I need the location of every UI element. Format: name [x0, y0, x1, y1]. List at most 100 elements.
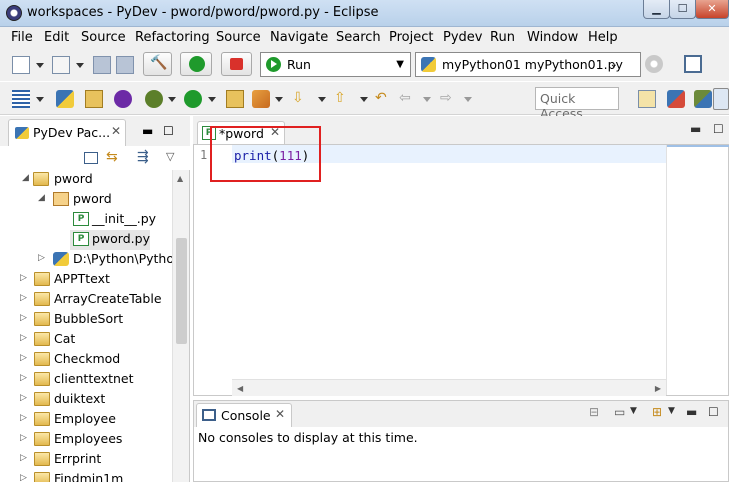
scroll-up-icon[interactable]: ▲	[177, 174, 183, 183]
tree-item-pword-py[interactable]: P pword.py	[70, 230, 150, 250]
tree-item-pword-package[interactable]: ◢ pword	[0, 190, 172, 210]
debug-perspective-switch-icon[interactable]	[694, 90, 712, 108]
open-console-dropdown-icon[interactable]: ▼	[668, 406, 675, 416]
collapse-icon[interactable]: ▷	[20, 293, 27, 303]
open-perspective-icon[interactable]	[638, 90, 656, 108]
display-console-icon[interactable]: ▭	[614, 405, 625, 419]
save-all-icon[interactable]	[116, 56, 134, 74]
tree-item-project[interactable]: ▷ Employees	[0, 430, 172, 450]
collapse-icon[interactable]: ▷	[20, 373, 27, 383]
collapse-icon[interactable]: ▷	[20, 413, 27, 423]
tree-item-project[interactable]: ▷ APPTtext	[0, 270, 172, 290]
menu-source[interactable]: Source	[81, 30, 126, 45]
gear-icon[interactable]	[645, 55, 663, 73]
maximize-console-icon[interactable]: ☐	[708, 405, 719, 419]
save-icon[interactable]	[93, 56, 111, 74]
expand-icon[interactable]: ◢	[38, 193, 45, 203]
filter-icon[interactable]: ⇶	[137, 149, 149, 165]
collapse-icon[interactable]: ▷	[20, 333, 27, 343]
close-icon[interactable]: ✕	[111, 124, 121, 138]
tree-vertical-scrollbar[interactable]: ▲	[172, 170, 189, 482]
pydev-perspective-icon[interactable]	[667, 90, 685, 108]
collapse-icon[interactable]: ▷	[20, 433, 27, 443]
launch-config-combo[interactable]: myPython01 myPython01.py ⌄	[415, 52, 641, 77]
tree-item-project[interactable]: ▷ Employee	[0, 410, 172, 430]
menu-edit[interactable]: Edit	[44, 30, 69, 45]
menu-source-2[interactable]: Source	[216, 30, 261, 45]
last-edit-icon[interactable]: ↶	[375, 90, 393, 108]
back-icon[interactable]: ⇦	[399, 90, 417, 108]
forward-icon[interactable]: ⇨	[440, 90, 458, 108]
package-explorer-tab[interactable]: PyDev Pac... ✕	[8, 119, 126, 146]
open-module-icon[interactable]	[85, 90, 103, 108]
menu-search[interactable]: Search	[336, 30, 381, 45]
collapse-icon[interactable]: ▷	[20, 313, 27, 323]
tree-item-project[interactable]: ▷ BubbleSort	[0, 310, 172, 330]
terminate-button[interactable]	[221, 52, 252, 76]
external-tools-icon[interactable]	[252, 90, 270, 108]
close-button[interactable]: ✕	[695, 0, 729, 19]
run-button[interactable]	[180, 52, 212, 76]
minimize-button[interactable]: ▁	[643, 0, 670, 19]
display-console-dropdown-icon[interactable]: ▼	[630, 406, 637, 416]
collapse-icon[interactable]: ▷	[20, 453, 27, 463]
minimize-editor-icon[interactable]: ▬	[690, 122, 701, 136]
tree-item-init-py[interactable]: P __init__.py	[0, 210, 172, 230]
build-button[interactable]: 🔨	[143, 52, 172, 76]
minimize-console-icon[interactable]: ▬	[686, 405, 697, 419]
debug-perspective-icon[interactable]	[114, 90, 132, 108]
format-dropdown-icon[interactable]	[36, 97, 44, 102]
tree-item-project[interactable]: ▷ clienttextnet	[0, 370, 172, 390]
run-last-icon[interactable]	[184, 90, 202, 108]
maximize-view-icon[interactable]: ☐	[163, 124, 174, 138]
new-icon[interactable]	[12, 56, 30, 74]
menu-window[interactable]: Window	[527, 30, 578, 45]
new-dropdown-icon[interactable]	[36, 63, 44, 68]
tree-item-project[interactable]: ▷ duiktext	[0, 390, 172, 410]
collapse-all-icon[interactable]	[84, 152, 98, 164]
scroll-right-icon[interactable]: ▶	[655, 384, 661, 393]
next-annotation-dropdown-icon[interactable]	[318, 97, 326, 102]
back-dropdown-icon[interactable]	[423, 97, 431, 102]
tree-item-project[interactable]: ▷ Findmin1m	[0, 470, 172, 482]
collapse-icon[interactable]: ▷	[38, 253, 45, 263]
collapse-icon[interactable]: ▷	[20, 273, 27, 283]
python-perspective-active-icon[interactable]	[713, 88, 729, 110]
maximize-button[interactable]: ☐	[669, 0, 696, 19]
menu-run[interactable]: Run	[490, 30, 515, 45]
next-annotation-icon[interactable]: ⇩	[292, 90, 310, 108]
tree-item-pword-project[interactable]: ◢ pword	[0, 170, 172, 190]
quick-access-input[interactable]: Quick Access	[535, 87, 619, 121]
collapse-icon[interactable]: ▷	[20, 353, 27, 363]
menu-project[interactable]: Project	[389, 30, 433, 45]
run-dropdown-icon[interactable]	[208, 97, 216, 102]
expand-icon[interactable]: ◢	[22, 173, 29, 183]
menu-refactoring[interactable]: Refactoring	[135, 30, 210, 45]
console-tab[interactable]: Console ✕	[196, 403, 292, 427]
tree-item-project[interactable]: ▷ ArrayCreateTable	[0, 290, 172, 310]
collapse-icon[interactable]: ▷	[20, 393, 27, 403]
format-icon[interactable]	[12, 90, 30, 108]
open-console-icon[interactable]: ⊞	[652, 405, 662, 419]
new-file-dropdown-icon[interactable]	[76, 63, 84, 68]
run-mode-combo[interactable]: Run ▼	[260, 52, 411, 77]
perspective-icon[interactable]	[684, 55, 702, 73]
scrollbar-thumb[interactable]	[176, 238, 187, 344]
tree-item-project[interactable]: ▷ Cat	[0, 330, 172, 350]
link-with-editor-icon[interactable]: ⇆	[106, 149, 118, 165]
menu-pydev[interactable]: Pydev	[443, 30, 482, 45]
external-tools-dropdown-icon[interactable]	[275, 97, 283, 102]
open-folder-icon[interactable]	[226, 90, 244, 108]
collapse-icon[interactable]: ▷	[20, 473, 27, 482]
view-menu-icon[interactable]: ▽	[166, 150, 174, 163]
previous-annotation-dropdown-icon[interactable]	[360, 97, 368, 102]
previous-annotation-icon[interactable]: ⇧	[334, 90, 352, 108]
menu-navigate[interactable]: Navigate	[270, 30, 328, 45]
new-file-icon[interactable]	[52, 56, 70, 74]
tree-item-python-interpreter[interactable]: ▷ D:\Python\Python	[0, 250, 172, 270]
tree-item-project[interactable]: ▷ Errprint	[0, 450, 172, 470]
close-icon[interactable]: ✕	[275, 407, 285, 421]
maximize-editor-icon[interactable]: ☐	[713, 122, 724, 136]
python-console-icon[interactable]	[56, 90, 74, 108]
menu-help[interactable]: Help	[588, 30, 618, 45]
